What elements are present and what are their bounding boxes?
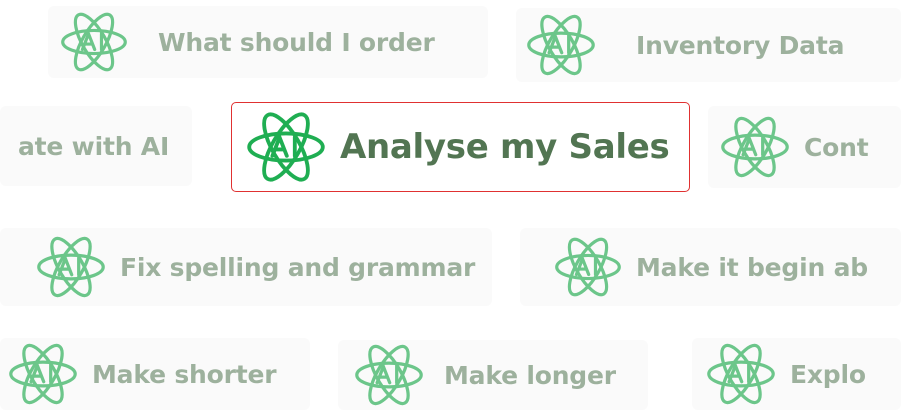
chip-label: Make shorter [92,359,277,389]
chip-label: What should I order [158,27,435,57]
ai-atom-icon [354,340,424,410]
chip-label: Fix spelling and grammar [120,252,476,282]
suggestion-chip-create-with-ai[interactable]: ate with AI [0,106,192,186]
suggestion-chip-analyse-my-sales[interactable]: Analyse my Sales [231,102,690,192]
suggestion-chip-make-it-begin[interactable]: Make it begin ab [520,228,901,306]
suggestion-chip-what-should-i-order[interactable]: What should I order [48,6,488,78]
chip-label: Make longer [444,360,616,390]
ai-atom-icon [8,339,78,409]
chip-label: Inventory Data [636,30,845,60]
ai-atom-icon [706,339,776,409]
chip-label: Cont [804,132,869,162]
chip-label: Analyse my Sales [340,127,670,167]
suggestion-chip-continue[interactable]: Cont [708,106,901,188]
chip-label: ate with AI [18,131,170,161]
ai-atom-icon [60,8,128,76]
suggestion-chip-make-longer[interactable]: Make longer [338,340,648,410]
suggestion-chip-make-shorter[interactable]: Make shorter [0,338,310,410]
ai-atom-icon [526,10,596,80]
suggestion-chip-inventory-data[interactable]: Inventory Data [516,8,901,82]
ai-atom-icon [246,107,326,187]
ai-atom-icon [554,233,622,301]
suggestion-chip-fix-spelling-and-grammar[interactable]: Fix spelling and grammar [0,228,492,306]
ai-atom-icon [36,232,106,302]
suggestion-chip-explore[interactable]: Explo [692,338,901,410]
chip-label: Explo [790,359,866,389]
ai-atom-icon [720,112,790,182]
chip-label: Make it begin ab [636,252,868,282]
